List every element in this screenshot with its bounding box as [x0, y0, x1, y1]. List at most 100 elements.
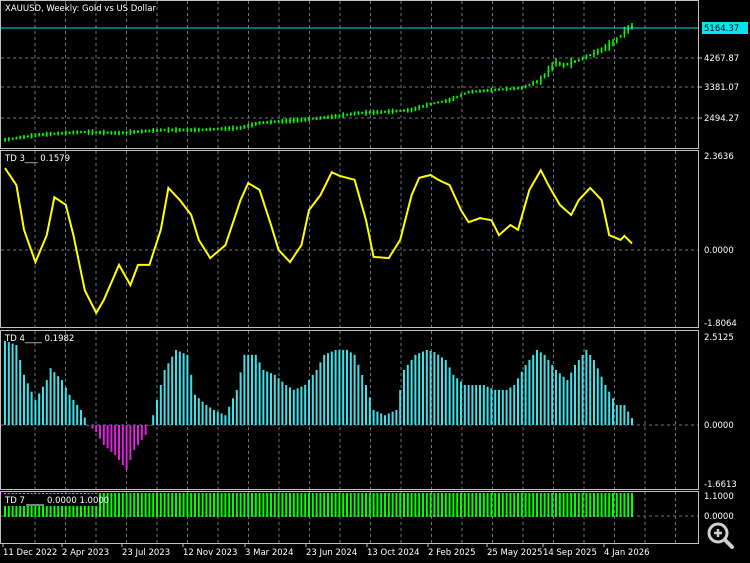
td7-bar: [304, 493, 307, 517]
td4-bar: [129, 425, 132, 460]
td7-bar: [596, 493, 599, 517]
td4-bar: [555, 369, 557, 425]
td4-tick: 2.5125: [704, 333, 734, 343]
td4-bar: [410, 359, 413, 425]
td4-bar: [391, 411, 394, 425]
td4-bar: [175, 349, 177, 425]
td4-bar: [627, 411, 630, 425]
td4-bar: [243, 354, 246, 425]
td4-bar: [585, 349, 588, 425]
td4-bar: [520, 371, 523, 425]
td7-bar: [505, 493, 508, 517]
td4-bar: [501, 389, 504, 425]
td7-bar: [566, 493, 569, 517]
td4-bar: [380, 413, 383, 425]
td4-bar: [505, 389, 508, 425]
td7-bar: [444, 493, 447, 517]
td4-bar: [342, 349, 345, 425]
td4-bar: [11, 343, 14, 425]
td4-bar: [330, 351, 333, 425]
td7-bar: [551, 493, 554, 517]
td4-bar: [80, 409, 82, 425]
td4-bar: [76, 404, 79, 425]
grid-lines: [1, 1, 698, 543]
td4-bar: [201, 401, 204, 425]
td7-bar: [205, 493, 208, 517]
td7-bar: [547, 493, 550, 517]
td4-bar: [467, 385, 470, 425]
td4-bar: [23, 374, 25, 425]
td4-bar: [163, 369, 166, 425]
td7-bar: [524, 493, 527, 517]
td4-bar: [399, 389, 402, 425]
td7-bar: [186, 493, 189, 517]
current-price-value: 5164.37: [704, 24, 739, 34]
td4-bar: [403, 369, 405, 425]
td4-tick: -1.6613: [704, 480, 737, 490]
td7-bar: [536, 493, 538, 517]
td4-bar: [285, 385, 288, 425]
td4-bar: [615, 405, 618, 425]
td7-tick: 1.1000: [704, 492, 734, 502]
td4-bar: [106, 425, 109, 449]
td7-bar: [600, 493, 603, 517]
td7-bar: [319, 493, 322, 517]
td4-bar: [596, 368, 599, 425]
td7-bar: [125, 493, 128, 517]
td4-bar: [433, 352, 436, 425]
td4-bar: [270, 373, 272, 425]
td7-bar: [159, 493, 162, 517]
td7-bar: [593, 493, 595, 517]
trading-chart[interactable]: XAUUSD, Weekly: Gold vs US Dollar TD 3__…: [0, 0, 750, 563]
td4-bar: [604, 385, 607, 425]
price-candles: [4, 22, 633, 142]
td4-bar: [26, 383, 29, 425]
td7-bar: [395, 493, 398, 517]
td4-bar: [38, 393, 41, 425]
td4-bar: [289, 387, 291, 425]
td4-bar: [631, 417, 633, 425]
td7-bar: [517, 493, 519, 517]
td7-bar: [425, 493, 428, 517]
td4-bar: [64, 387, 67, 425]
td7-bar: [273, 493, 276, 517]
price-tick: 4267.87: [704, 54, 739, 64]
td4-bar: [133, 425, 136, 450]
td7-bar: [266, 493, 269, 517]
td7-bar: [619, 493, 622, 517]
td4-bar: [34, 400, 37, 425]
td4-bar: [547, 359, 550, 425]
td7-bar: [243, 493, 246, 517]
td4-bar: [539, 352, 542, 425]
td7-bar: [323, 493, 326, 517]
price-axis: 4267.87 3381.07 2494.27: [698, 54, 739, 124]
td4-bar: [334, 349, 337, 425]
td7-bar: [422, 493, 424, 517]
td4-bar: [577, 359, 580, 425]
td4-bar: [235, 389, 238, 425]
td4-bar: [463, 385, 466, 425]
td3-axis: 2.3636 0.0000 -1.8064: [704, 152, 737, 329]
td4-bar: [471, 385, 474, 425]
td4-bar: [171, 356, 174, 425]
td7-bar: [463, 493, 466, 517]
td7-bar: [346, 493, 348, 517]
td7-bar: [178, 493, 181, 517]
td7-bar: [467, 493, 470, 517]
td7-bar: [334, 493, 337, 517]
td7-bar: [357, 493, 360, 517]
td4-bar: [53, 372, 56, 425]
td4-axis: 2.5125 0.0000 -1.6613: [704, 333, 737, 490]
td7-bar: [361, 493, 364, 517]
td3-panel-frame: [0, 150, 699, 328]
td7-bar: [448, 493, 451, 517]
td7-bar: [456, 493, 459, 517]
td4-bar: [528, 359, 531, 425]
td4-bar: [228, 406, 231, 425]
td7-bar: [509, 493, 512, 517]
td7-bar: [330, 493, 333, 517]
td4-bar: [361, 374, 364, 425]
td7-bar: [501, 493, 504, 517]
td4-bar: [95, 425, 98, 433]
magnifier-plus-icon[interactable]: [707, 522, 734, 549]
